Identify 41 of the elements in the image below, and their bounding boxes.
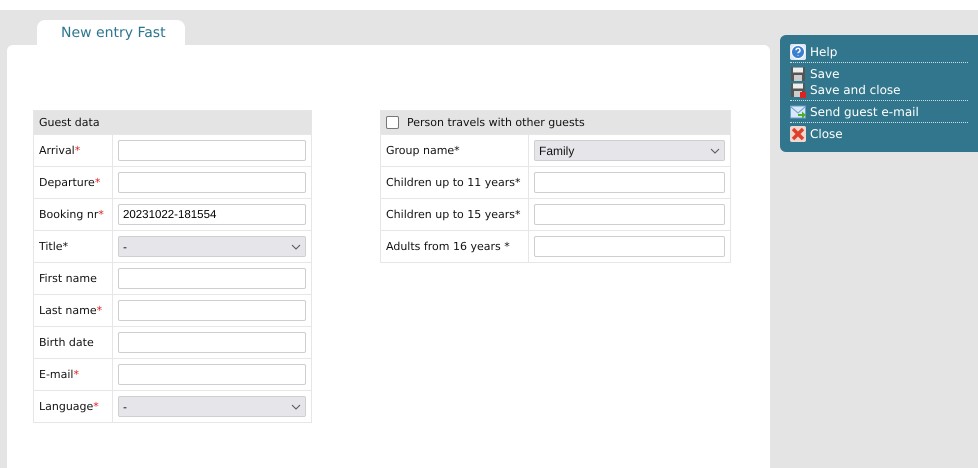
help-icon (790, 44, 806, 60)
dropdown[interactable]: - (118, 396, 306, 417)
checkbox-label: Person travels with other guests (407, 116, 585, 129)
text-field[interactable] (118, 268, 306, 289)
dropdown[interactable]: Family (534, 140, 725, 161)
caret-icon (710, 148, 720, 154)
action-link[interactable]: Save (790, 66, 840, 82)
text-field[interactable] (118, 140, 306, 161)
text-field[interactable] (118, 364, 306, 385)
text-field[interactable] (118, 172, 306, 193)
envelope-icon (790, 104, 806, 120)
field-label: Departure* (39, 176, 100, 189)
text-field[interactable] (534, 172, 725, 193)
field-label: Language* (39, 400, 99, 413)
text-field[interactable] (534, 236, 725, 257)
field-label: Children up to 15 years* (386, 208, 521, 221)
field-label: Children up to 11 years* (386, 176, 521, 189)
action-link[interactable]: Save and close (790, 82, 901, 98)
caret-icon (291, 404, 301, 410)
field-label: Group name* (386, 144, 460, 157)
field-label: Title* (39, 240, 68, 253)
field-label: E-mail* (39, 368, 79, 381)
dropdown[interactable]: - (118, 236, 306, 257)
field-label: Birth date (39, 336, 94, 349)
action-link[interactable]: Send guest e-mail (790, 104, 919, 120)
field-label: Adults from 16 years * (386, 240, 510, 253)
caret-icon (291, 244, 301, 250)
field-label: Booking nr* (39, 208, 104, 221)
action-link[interactable]: Close (790, 126, 843, 142)
text-field[interactable] (118, 300, 306, 321)
close-icon (790, 126, 806, 142)
field-label: Arrival* (39, 144, 80, 157)
text-field[interactable] (534, 204, 725, 225)
tab[interactable]: New entry Fast (37, 20, 185, 45)
action-link[interactable]: Help (790, 44, 838, 60)
checkbox[interactable] (386, 116, 399, 129)
field-label: Last name* (39, 304, 102, 317)
field-label: First name (39, 272, 97, 285)
text-field[interactable] (118, 332, 306, 353)
text-field[interactable]: 20231022-181554 (118, 204, 306, 225)
section-title: Guest data (39, 116, 100, 129)
